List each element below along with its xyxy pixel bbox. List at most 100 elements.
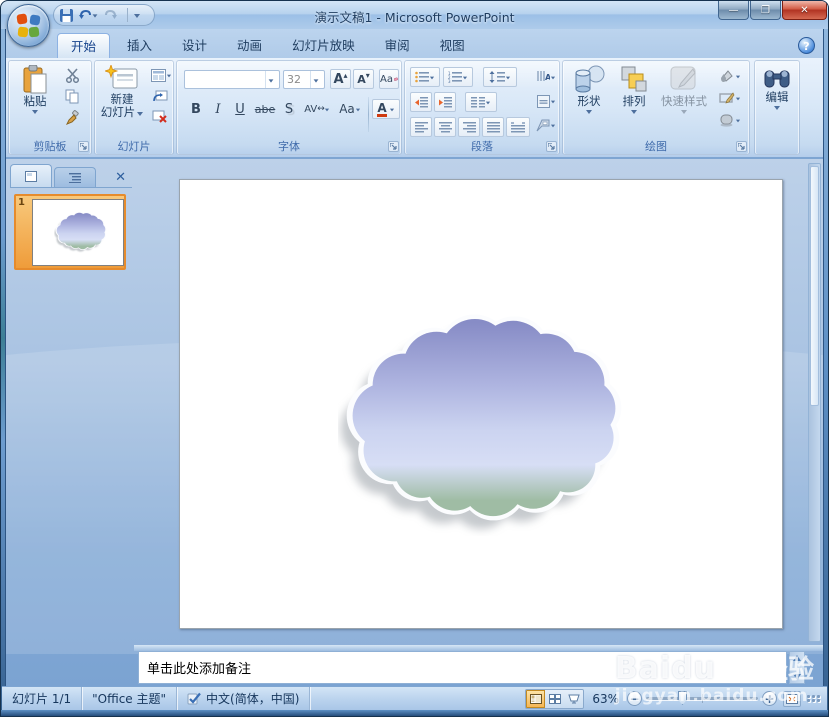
fit-to-window-button[interactable] [783,690,801,707]
columns-button[interactable] [465,92,497,112]
save-icon[interactable] [60,8,73,22]
convert-smartart-button[interactable] [533,115,559,135]
increase-indent-button[interactable] [434,92,456,112]
paste-clipboard-icon [23,65,47,94]
arrange-button[interactable]: 排列 [613,65,655,114]
theme-indicator[interactable]: "Office 主题" [82,687,178,710]
zoom-slider-thumb[interactable] [678,691,687,705]
resize-grip[interactable] [807,695,823,702]
character-spacing-button[interactable]: AV ↔ [301,99,333,119]
qat-customize-button[interactable] [134,14,140,18]
undo-button[interactable] [79,9,98,21]
text-direction-icon: A [537,70,550,82]
paste-dropdown-caret [32,110,38,114]
font-dialog-launcher[interactable] [388,141,399,152]
text-shadow-button[interactable]: S [279,99,299,119]
clear-formatting-button[interactable]: Aa [379,69,399,89]
decrease-indent-button[interactable] [410,92,432,112]
close-button[interactable]: ✕ [782,1,827,20]
zoom-level[interactable]: 63% [590,692,621,706]
window-frame-right [823,29,828,716]
delete-slide-button[interactable] [149,108,171,126]
strikethrough-button[interactable]: abe [252,99,278,119]
align-center-button[interactable] [434,117,456,137]
tab-slides-thumbnails[interactable] [10,164,52,187]
justify-button[interactable] [482,117,504,137]
copy-icon [65,89,79,103]
group-label-drawing: 绘图 [645,140,667,153]
font-name-combobox[interactable] [184,70,280,89]
notes-scrollbar[interactable] [789,651,805,684]
align-left-button[interactable] [410,117,432,137]
slideshow-view-button[interactable] [564,689,584,708]
zoom-in-button[interactable]: + [762,691,777,706]
drawing-dialog-launcher[interactable] [736,141,747,152]
bold-button[interactable]: B [185,99,207,119]
vertical-scrollbar[interactable] [808,163,821,642]
scroll-down-icon[interactable] [793,674,801,680]
cloud-shape[interactable] [338,310,630,536]
new-slide-button[interactable]: 新建 幻灯片 [98,65,146,119]
shape-effects-button[interactable] [713,110,747,130]
font-color-button[interactable]: A [372,99,400,119]
format-painter-button[interactable] [61,108,83,126]
numbering-button[interactable]: 123 [443,67,473,87]
office-button[interactable] [7,4,50,47]
shapes-button[interactable]: 形状 [569,65,609,114]
bullets-button[interactable] [410,67,440,87]
change-case-button[interactable]: Aa [335,99,365,119]
slide-indicator[interactable]: 幻灯片 1/1 [2,687,83,710]
tab-insert[interactable]: 插入 [114,33,165,58]
normal-view-button[interactable] [526,689,546,708]
clipboard-dialog-launcher[interactable] [78,141,89,152]
tab-review[interactable]: 审阅 [372,33,423,58]
new-slide-dropdown-caret [137,111,144,116]
zoom-slider-tick [702,694,703,703]
scroll-up-icon[interactable] [793,655,801,661]
tab-home[interactable]: 开始 [57,33,111,58]
tab-outline[interactable] [54,167,96,187]
shrink-font-button[interactable]: A ▾ [353,69,374,89]
redo-icon[interactable] [104,9,117,21]
shape-outline-button[interactable] [713,88,747,108]
paragraph-dialog-launcher[interactable] [546,141,557,152]
tab-slideshow[interactable]: 幻灯片放映 [279,33,368,58]
line-spacing-icon [489,71,505,83]
group-editing: 编辑 [754,60,800,155]
slide-thumbnail-selected[interactable]: 1 [14,194,126,270]
align-right-icon [462,121,476,132]
copy-button[interactable] [61,87,83,105]
tab-animations[interactable]: 动画 [224,33,275,58]
distribute-button[interactable] [506,117,530,137]
font-size-combobox[interactable]: 32 [283,70,325,89]
cut-button[interactable] [61,66,83,84]
zoom-out-button[interactable]: − [627,691,642,706]
editing-button[interactable]: 编辑 [758,65,796,110]
panel-close-icon[interactable]: ✕ [115,170,132,187]
zoom-slider-track[interactable] [646,691,758,705]
tab-view[interactable]: 视图 [427,33,478,58]
group-slides: 新建 幻灯片 幻灯片 [94,60,174,155]
language-indicator[interactable]: 中文(简体，中国) [177,687,311,710]
underline-button[interactable]: U [229,99,251,119]
grow-font-button[interactable]: A ▴ [330,69,351,89]
maximize-button[interactable]: ❐ [750,1,781,20]
quick-styles-button[interactable]: 快速样式 [658,65,710,114]
layout-button[interactable] [149,66,173,84]
shape-fill-button[interactable] [713,66,747,86]
help-icon[interactable]: ? [798,37,815,54]
reset-slide-button[interactable] [149,87,171,105]
notes-pane[interactable]: 单击此处添加备注 [138,651,787,684]
group-paragraph: 123 段落 [404,60,560,155]
slide-sorter-view-button[interactable] [545,689,565,708]
align-text-button[interactable] [533,91,559,111]
minimize-button[interactable]: — [718,1,749,20]
slide-canvas[interactable] [179,179,783,629]
tab-design[interactable]: 设计 [169,33,220,58]
vertical-scrollbar-thumb[interactable] [810,166,819,406]
paste-button[interactable]: 粘贴 [13,65,57,114]
align-right-button[interactable] [458,117,480,137]
line-spacing-button[interactable] [483,67,517,87]
italic-button[interactable]: I [208,99,228,119]
text-direction-button[interactable]: A [533,67,559,87]
